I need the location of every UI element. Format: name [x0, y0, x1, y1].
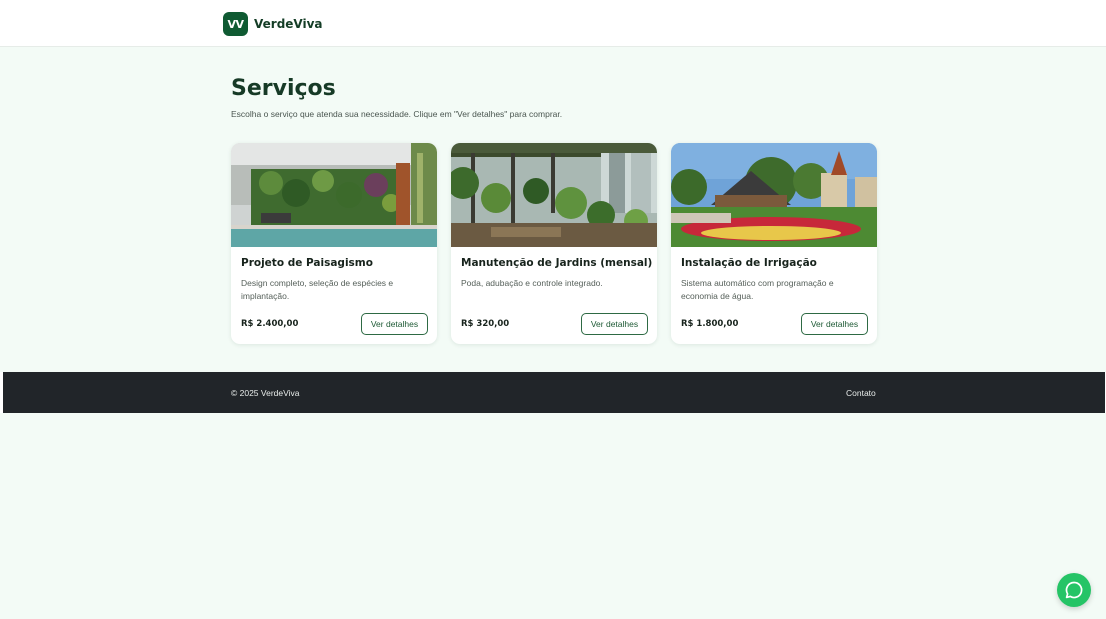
chat-button[interactable] [1057, 573, 1091, 607]
view-details-button[interactable]: Ver detalhes [361, 313, 428, 335]
service-card-maintenance: Manutenção de Jardins (mensal) Poda, adu… [451, 143, 657, 344]
brand-name: VerdeViva [254, 17, 323, 31]
card-title: Manutenção de Jardins (mensal) [461, 257, 653, 269]
logo-icon: VV [223, 12, 248, 36]
brand-link[interactable]: VV VerdeViva [223, 11, 323, 37]
site-footer: © 2025 VerdeViva Contato [3, 372, 1105, 413]
page-title: Serviços [231, 76, 336, 101]
chat-bubble-icon [1065, 581, 1083, 599]
services-section: Serviços Escolha o serviço que atenda su… [0, 47, 1106, 372]
service-card-landscaping: Projeto de Paisagismo Design completo, s… [231, 143, 437, 344]
service-card-irrigation: Instalação de Irrigação Sistema automáti… [671, 143, 877, 344]
card-description: Poda, adubação e controle integrado. [461, 278, 603, 288]
view-details-button[interactable]: Ver detalhes [801, 313, 868, 335]
card-description: Sistema automático com programação e eco… [681, 278, 834, 301]
footer-contact-link[interactable]: Contato [846, 388, 876, 398]
card-description: Design completo, seleção de espécies e i… [241, 278, 394, 301]
site-header: VV VerdeViva [0, 0, 1106, 47]
card-price: R$ 2.400,00 [241, 319, 299, 329]
view-details-button[interactable]: Ver detalhes [581, 313, 648, 335]
footer-copyright: © 2025 VerdeViva [231, 388, 300, 398]
card-price: R$ 1.800,00 [681, 319, 739, 329]
card-title: Projeto de Paisagismo [241, 257, 373, 269]
page-background [0, 413, 1106, 619]
card-title: Instalação de Irrigação [681, 257, 817, 269]
page-subtitle: Escolha o serviço que atenda sua necessi… [231, 109, 563, 119]
service-card-list: Projeto de Paisagismo Design completo, s… [231, 143, 877, 344]
maintenance-image [451, 143, 657, 247]
irrigation-image [671, 143, 877, 247]
card-price: R$ 320,00 [461, 319, 510, 329]
landscaping-image [231, 143, 437, 247]
